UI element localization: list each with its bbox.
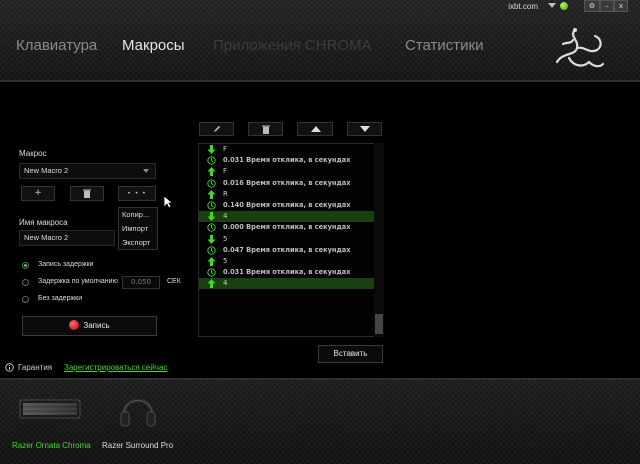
scrollbar-thumb[interactable] <box>375 314 383 334</box>
settings-button[interactable]: ⚙ <box>584 0 600 12</box>
macro-name-label: Имя макроса <box>19 218 68 227</box>
option-default-delay-label: Задержка по умолчанию <box>38 278 118 285</box>
online-status-icon <box>559 1 569 11</box>
menu-item-import[interactable]: Импорт <box>119 222 157 236</box>
clock-icon <box>207 156 216 165</box>
key-event-row[interactable]: 5 <box>199 256 383 267</box>
record-dot-icon <box>69 319 80 330</box>
menu-item-export[interactable]: Экспорт <box>119 236 157 250</box>
headset-device-icon[interactable] <box>118 386 158 432</box>
key-event-row[interactable]: 4 <box>199 211 383 223</box>
macro-select-value: New Macro 2 <box>24 166 69 175</box>
macro-label: Макрос <box>19 149 47 158</box>
radio-no-delay[interactable] <box>22 296 29 303</box>
delay-event-row[interactable]: 0.047 Время отклика, в секундах <box>199 245 383 256</box>
device-bar <box>0 380 640 464</box>
event-text: 4 <box>223 212 228 221</box>
register-now-link[interactable]: Зарегистрироваться сейчас <box>64 363 167 372</box>
delay-event-row[interactable]: 0.031 Время отклика, в секундах <box>199 267 383 278</box>
device-razer-ornata-chroma[interactable]: Razer Ornata Chroma <box>12 441 91 450</box>
clock-icon <box>207 268 216 277</box>
event-text: 0.047 Время отклика, в секундах <box>223 245 351 254</box>
key-down-arrow-icon <box>207 234 216 244</box>
key-up-arrow-icon <box>207 279 216 289</box>
edit-event-button[interactable] <box>199 122 234 136</box>
keyboard-device-icon[interactable] <box>18 398 82 422</box>
chevron-down-icon <box>143 169 149 173</box>
record-button-label: Запись <box>83 321 110 330</box>
key-event-row[interactable]: F <box>199 144 383 155</box>
delete-event-button[interactable] <box>248 122 283 136</box>
minimize-button[interactable]: – <box>600 0 614 12</box>
warranty-label: Гарантия <box>18 363 53 372</box>
delay-event-row[interactable]: 0.016 Время отклика, в секундах <box>199 178 383 189</box>
device-razer-surround-pro[interactable]: Razer Surround Pro <box>102 441 173 450</box>
event-text: 0.031 Время отклика, в секундах <box>223 268 351 277</box>
move-up-button[interactable] <box>297 122 333 136</box>
trash-icon <box>262 125 270 134</box>
tab-keyboard[interactable]: Клавиатура <box>16 37 97 54</box>
option-record-delay-label: Запись задержки <box>38 261 94 268</box>
event-text: 0.000 Время отклика, в секундах <box>223 223 351 232</box>
key-event-row[interactable]: 4 <box>199 278 383 290</box>
chevron-down-icon[interactable] <box>548 3 556 8</box>
event-text: 4 <box>223 279 228 288</box>
clock-icon <box>207 246 216 255</box>
arrow-up-icon <box>311 126 321 132</box>
key-up-arrow-icon <box>207 189 216 199</box>
key-up-arrow-icon <box>207 167 216 177</box>
option-no-delay-label: Без задержки <box>38 295 83 302</box>
tab-macros[interactable]: Макросы <box>122 37 185 54</box>
default-delay-input[interactable]: 0.050 <box>122 276 160 289</box>
key-down-arrow-icon <box>207 145 216 154</box>
header-divider <box>0 80 640 82</box>
razer-logo-icon <box>555 28 605 68</box>
more-options-button[interactable]: • • • <box>118 186 156 201</box>
account-name[interactable]: ixbt.com <box>508 2 538 11</box>
key-event-row[interactable]: R <box>199 189 383 200</box>
macro-name-input[interactable]: New Macro 2 <box>19 230 115 246</box>
event-text: 0.031 Время отклика, в секундах <box>223 156 351 165</box>
delay-event-row[interactable]: 0.000 Время отклика, в секундах <box>199 222 383 233</box>
event-text: 5 <box>223 256 228 265</box>
macro-name-value: New Macro 2 <box>24 233 69 242</box>
insert-button[interactable]: Вставить <box>318 345 383 363</box>
info-icon <box>5 363 14 372</box>
event-text: R <box>223 189 228 198</box>
event-list-scrollbar[interactable] <box>374 143 384 337</box>
radio-default-delay[interactable] <box>22 279 29 286</box>
menu-item-copy[interactable]: Копир... <box>119 208 157 222</box>
trash-icon <box>83 189 91 198</box>
delay-event-row[interactable]: 0.031 Время отклика, в секундах <box>199 155 383 166</box>
record-button[interactable]: Запись <box>22 316 157 336</box>
pencil-icon <box>214 126 220 132</box>
arrow-down-icon <box>360 126 370 132</box>
more-options-menu: Копир... Импорт Экспорт <box>118 207 158 250</box>
event-text: F <box>223 167 228 176</box>
radio-record-delay[interactable] <box>22 262 29 269</box>
key-down-arrow-icon <box>207 212 216 222</box>
tab-chroma-apps[interactable]: Приложения CHROMA <box>213 37 372 54</box>
seconds-unit-label: СЕК <box>167 278 181 285</box>
tab-statistics[interactable]: Статистики <box>405 37 484 54</box>
key-event-row[interactable]: F <box>199 166 383 177</box>
add-macro-button[interactable]: + <box>21 186 55 201</box>
clock-icon <box>207 178 216 188</box>
macro-event-list[interactable]: F 0.031 Время отклика, в секундах F 0.016 В… <box>198 143 384 337</box>
delete-macro-button[interactable] <box>70 186 104 201</box>
macro-select[interactable]: New Macro 2 <box>19 163 156 179</box>
key-up-arrow-icon <box>207 256 216 266</box>
event-text: 0.140 Время отклика, в секундах <box>223 200 351 209</box>
clock-icon <box>207 201 216 210</box>
clock-icon <box>207 223 216 232</box>
move-down-button[interactable] <box>347 122 382 136</box>
event-text: 5 <box>223 234 228 243</box>
event-text: F <box>223 145 228 153</box>
delay-event-row[interactable]: 0.140 Время отклика, в секундах <box>199 200 383 211</box>
event-text: 0.016 Время отклика, в секундах <box>223 178 351 187</box>
key-event-row[interactable]: 5 <box>199 234 383 245</box>
close-button[interactable]: x <box>614 0 628 12</box>
mouse-cursor-icon <box>163 195 173 209</box>
